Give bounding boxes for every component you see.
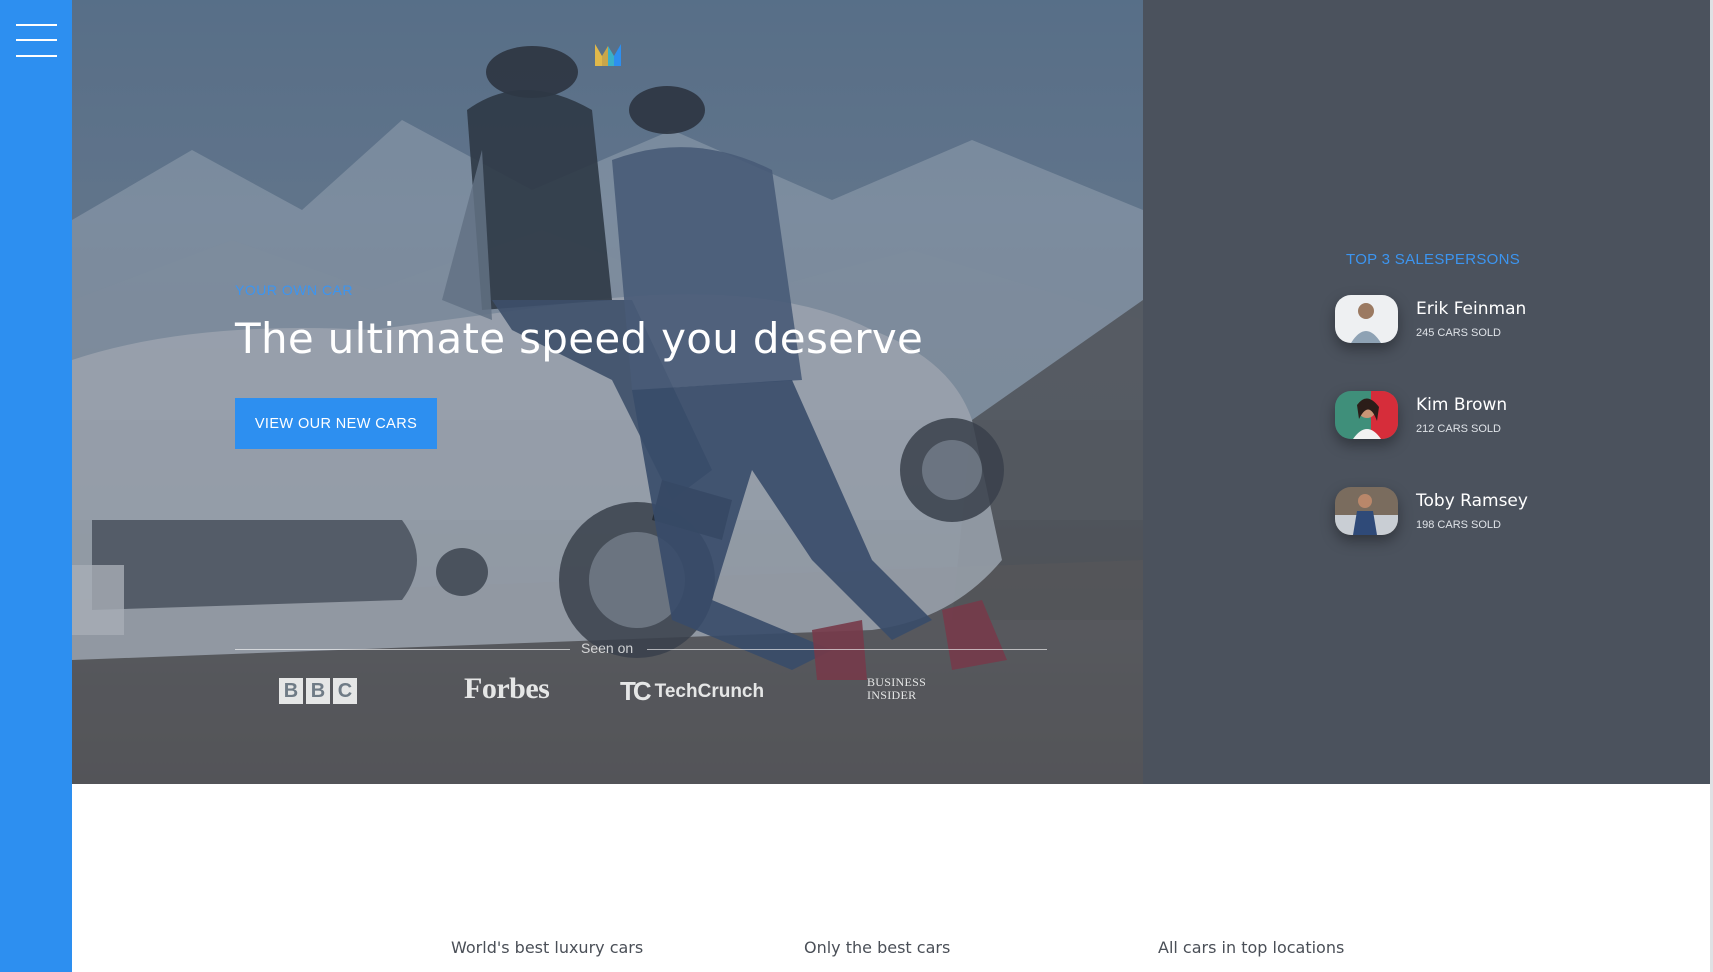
- seen-on-divider-left: [235, 649, 570, 650]
- salesperson-cars-sold: 198 CARS SOLD: [1416, 519, 1501, 531]
- salespersons-panel: TOP 3 SALESPERSONS Erik Feinman 245 CARS…: [1143, 0, 1710, 784]
- feature-luxury-cars: World's best luxury cars: [451, 938, 644, 957]
- techcrunch-mark: TC: [620, 676, 652, 706]
- m-logo-icon[interactable]: [593, 40, 623, 68]
- salesperson-item[interactable]: Kim Brown 212 CARS SOLD: [1335, 391, 1655, 441]
- hamburger-line: [16, 55, 57, 57]
- hamburger-line: [16, 39, 57, 41]
- hero-overlay: [72, 0, 1143, 784]
- avatar: [1335, 295, 1398, 343]
- hamburger-icon[interactable]: [16, 24, 57, 58]
- salesperson-item[interactable]: Erik Feinman 245 CARS SOLD: [1335, 295, 1655, 345]
- avatar: [1335, 487, 1398, 535]
- hero-section: YOUR OWN CAR The ultimate speed you dese…: [72, 0, 1143, 784]
- bbc-logo[interactable]: B B C: [279, 678, 357, 704]
- salespersons-title: TOP 3 SALESPERSONS: [1346, 251, 1521, 268]
- bbc-letter: B: [306, 678, 330, 704]
- business-insider-line2: Insider: [867, 688, 917, 702]
- salesperson-name: Kim Brown: [1416, 395, 1508, 415]
- hamburger-line: [16, 24, 57, 26]
- hero-headline: The ultimate speed you deserve: [235, 314, 924, 363]
- avatar: [1335, 391, 1398, 439]
- seen-on-divider-right: [647, 649, 1047, 650]
- salesperson-name: Toby Ramsey: [1416, 491, 1528, 511]
- feature-top-locations: All cars in top locations: [1158, 938, 1345, 957]
- bbc-letter: C: [333, 678, 357, 704]
- bbc-letter: B: [279, 678, 303, 704]
- business-insider-logo[interactable]: Business Insider: [867, 676, 926, 702]
- salesperson-cars-sold: 245 CARS SOLD: [1416, 327, 1501, 339]
- hero-eyebrow: YOUR OWN CAR: [235, 282, 353, 298]
- sidebar: [0, 0, 72, 972]
- page: YOUR OWN CAR The ultimate speed you dese…: [0, 0, 1713, 972]
- view-new-cars-button[interactable]: VIEW OUR NEW CARS: [235, 398, 437, 449]
- forbes-logo[interactable]: Forbes: [464, 672, 550, 706]
- seen-on-label: Seen on: [581, 640, 634, 656]
- techcrunch-logo[interactable]: TC TechCrunch: [620, 676, 764, 707]
- techcrunch-wordmark: TechCrunch: [654, 680, 765, 702]
- salesperson-name: Erik Feinman: [1416, 299, 1527, 319]
- salesperson-cars-sold: 212 CARS SOLD: [1416, 423, 1501, 435]
- feature-best-cars: Only the best cars: [804, 938, 951, 957]
- salesperson-item[interactable]: Toby Ramsey 198 CARS SOLD: [1335, 487, 1655, 537]
